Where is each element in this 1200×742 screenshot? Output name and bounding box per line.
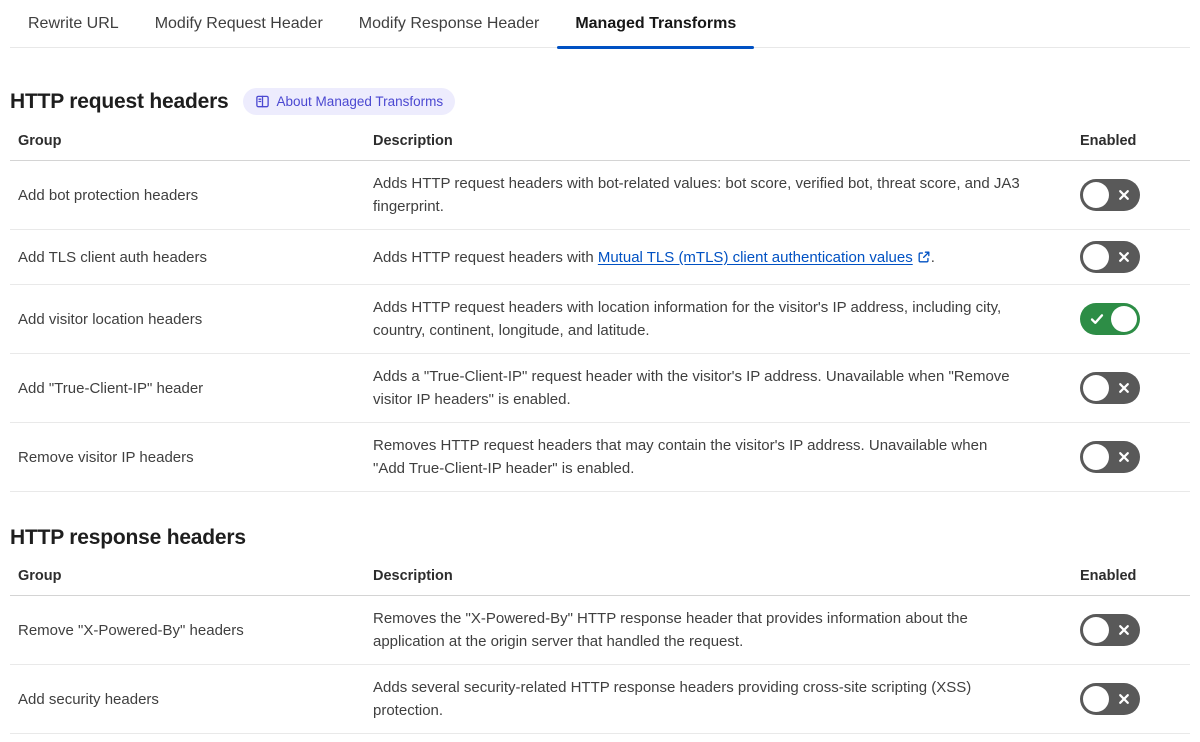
column-header-description: Description — [365, 125, 1072, 161]
description-text: Adds HTTP request headers with bot-relat… — [365, 160, 1072, 230]
toggle-knob — [1111, 306, 1137, 332]
request-headers-section-head: HTTP request headers About Managed Trans… — [10, 88, 1190, 115]
table-header-row: Group Description Enabled — [10, 560, 1190, 596]
response-headers-title: HTTP response headers — [10, 526, 246, 549]
managed-transforms-page: Rewrite URL Modify Request Header Modify R… — [0, 0, 1200, 734]
group-label: Remove visitor IP headers — [10, 422, 365, 492]
column-header-enabled: Enabled — [1072, 125, 1190, 161]
enabled-toggle-remove-x-powered-by-headers[interactable] — [1080, 614, 1140, 646]
column-header-description: Description — [365, 560, 1072, 596]
tab-managed-transforms[interactable]: Managed Transforms — [557, 0, 755, 49]
description-text: Adds a "True-Client-IP" request header w… — [365, 353, 1072, 423]
x-icon — [1119, 625, 1129, 635]
enabled-toggle-add-true-client-ip-header[interactable] — [1080, 372, 1140, 404]
table-row: Add bot protection headers Adds HTTP requ… — [10, 160, 1190, 230]
badge-label: About Managed Transforms — [276, 94, 444, 109]
request-headers-title: HTTP request headers — [10, 89, 229, 113]
table-row: Add TLS client auth headers Adds HTTP req… — [10, 229, 1190, 285]
about-managed-transforms-badge[interactable]: About Managed Transforms — [242, 88, 456, 115]
toggle-knob — [1083, 686, 1109, 712]
column-header-group: Group — [10, 560, 365, 596]
x-icon — [1119, 190, 1129, 200]
x-icon — [1119, 452, 1129, 462]
enabled-cell — [1072, 284, 1190, 354]
table-row: Add "True-Client-IP" header Adds a "True-… — [10, 353, 1190, 423]
book-icon — [255, 95, 269, 108]
group-label: Add bot protection headers — [10, 160, 365, 230]
enabled-toggle-add-bot-protection-headers[interactable] — [1080, 179, 1140, 211]
enabled-toggle-add-visitor-location-headers[interactable] — [1080, 303, 1140, 335]
enabled-cell — [1072, 229, 1190, 285]
table-row: Add security headers Adds several securit… — [10, 664, 1190, 734]
enabled-toggle-add-tls-client-auth-headers[interactable] — [1080, 241, 1140, 273]
description-text: Removes the "X-Powered-By" HTTP response… — [365, 595, 1072, 665]
enabled-cell — [1072, 595, 1190, 665]
x-icon — [1119, 252, 1129, 262]
group-label: Add visitor location headers — [10, 284, 365, 354]
enabled-toggle-remove-visitor-ip-headers[interactable] — [1080, 441, 1140, 473]
external-link-icon — [918, 251, 930, 262]
response-headers-table: Group Description Enabled Remove "X-Powe… — [10, 560, 1190, 734]
description-text: Adds HTTP request headers with location … — [365, 284, 1072, 354]
toggle-knob — [1083, 444, 1109, 470]
transform-rules-tabbar: Rewrite URL Modify Request Header Modify R… — [10, 0, 1190, 49]
enabled-cell — [1072, 664, 1190, 734]
enabled-cell — [1072, 422, 1190, 492]
table-header-row: Group Description Enabled — [10, 125, 1190, 161]
enabled-cell — [1072, 353, 1190, 423]
group-label: Add security headers — [10, 664, 365, 734]
toggle-knob — [1083, 375, 1109, 401]
toggle-knob — [1083, 617, 1109, 643]
description-text: Adds HTTP request headers with Mutual TL… — [365, 229, 1072, 285]
tab-modify-response-header[interactable]: Modify Response Header — [341, 0, 558, 47]
enabled-cell — [1072, 160, 1190, 230]
tab-modify-request-header[interactable]: Modify Request Header — [137, 0, 341, 47]
enabled-toggle-add-security-headers[interactable] — [1080, 683, 1140, 715]
x-icon — [1119, 383, 1129, 393]
group-label: Add "True-Client-IP" header — [10, 353, 365, 423]
table-row: Add visitor location headers Adds HTTP re… — [10, 284, 1190, 354]
response-headers-section-head: HTTP response headers — [10, 526, 1190, 550]
request-headers-table: Group Description Enabled Add bot protec… — [10, 125, 1190, 492]
column-header-group: Group — [10, 125, 365, 161]
mtls-docs-link[interactable]: Mutual TLS (mTLS) client authentication … — [598, 249, 913, 266]
toggle-knob — [1083, 244, 1109, 270]
tab-rewrite-url[interactable]: Rewrite URL — [10, 0, 137, 47]
description-text: Adds several security-related HTTP respo… — [365, 664, 1072, 734]
x-icon — [1119, 694, 1129, 704]
check-icon — [1090, 314, 1104, 324]
description-text: Removes HTTP request headers that may co… — [365, 422, 1072, 492]
table-row: Remove visitor IP headers Removes HTTP re… — [10, 422, 1190, 492]
group-label: Add TLS client auth headers — [10, 229, 365, 285]
table-row: Remove "X-Powered-By" headers Removes the… — [10, 595, 1190, 665]
toggle-knob — [1083, 182, 1109, 208]
group-label: Remove "X-Powered-By" headers — [10, 595, 365, 665]
column-header-enabled: Enabled — [1072, 560, 1190, 596]
